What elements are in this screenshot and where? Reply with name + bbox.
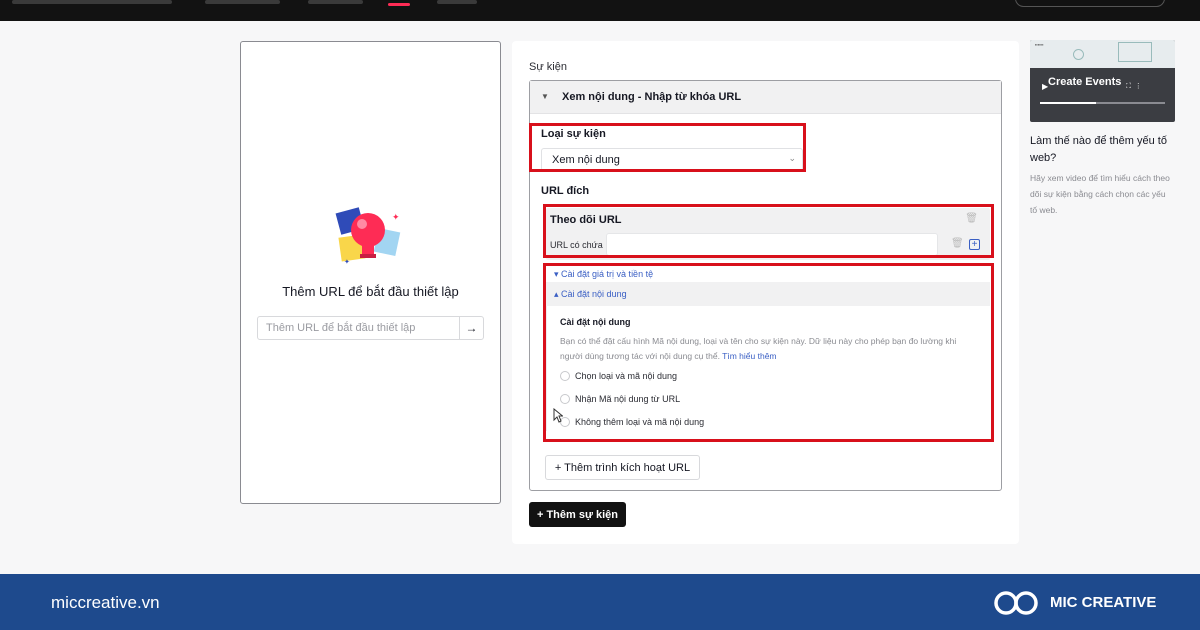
video-progress-bar[interactable] [1040, 102, 1165, 104]
footer-site-url[interactable]: miccreative.vn [51, 593, 160, 613]
chevron-down-icon: ⌄ [788, 153, 796, 163]
video-scene-circle [1073, 49, 1084, 60]
video-progress-fill [1040, 102, 1097, 104]
content-settings-toggle[interactable]: ▴ Cài đặt nội dung [554, 289, 627, 300]
trash-icon[interactable]: 🗑 [951, 238, 964, 249]
video-scene [1030, 40, 1175, 68]
events-card: Sự kiện ▼ Xem nội dung - Nhập từ khóa UR… [512, 41, 1019, 544]
magic-ball-illustration-icon: ✦ ✦ [335, 207, 401, 266]
footer-brand-name: MIC CREATIVE [1050, 594, 1157, 611]
nav-active-tab-indicator[interactable] [388, 3, 410, 6]
add-url-trigger-button[interactable]: + Thêm trình kích hoạt URL [545, 455, 700, 480]
nav-item-faded[interactable] [205, 0, 280, 4]
track-url-title: Theo dõi URL [550, 214, 622, 226]
learn-more-link[interactable]: Tìm hiểu thêm [722, 351, 776, 361]
content-settings-toggle-label: Cài đặt nội dung [561, 289, 627, 299]
event-type-select[interactable]: Xem nội dung ⌄ [541, 148, 803, 171]
mic-creative-logo-icon [994, 591, 1038, 615]
svg-text:✦: ✦ [392, 213, 400, 223]
setup-url-input[interactable]: Thêm URL để bắt đầu thiết lập [257, 316, 460, 340]
event-type-label: Loại sự kiện [541, 128, 606, 140]
radio-label: Không thêm loại và mã nội dung [575, 417, 705, 427]
url-contains-input[interactable] [606, 233, 938, 256]
arrow-right-icon: → [465, 321, 478, 335]
events-section-label: Sự kiện [529, 61, 567, 73]
event-header[interactable]: ▼ Xem nội dung - Nhập từ khóa URL [530, 81, 1001, 114]
help-title: Làm thế nào để thêm yếu tố web? [1030, 135, 1167, 164]
destination-url-label: URL đích [541, 185, 590, 197]
help-description: Hãy xem video để tìm hiểu cách theo dõi … [1030, 173, 1170, 215]
video-controls-icon[interactable]: ⛶⋮ [1126, 82, 1146, 91]
radio-option-choose-type[interactable]: Chọn loại và mã nội dung [560, 371, 677, 381]
chevron-down-icon[interactable]: ▼ [541, 92, 549, 101]
radio-label: Nhận Mã nội dung từ URL [575, 394, 681, 404]
value-currency-settings-toggle[interactable]: ▾ Cài đặt giá trị và tiền tệ [554, 269, 653, 280]
video-watermark: ▪▪▪▪▪▪ [1035, 42, 1044, 47]
video-title: Create Events [1048, 76, 1122, 88]
footer-banner: miccreative.vn MIC CREATIVE [0, 574, 1200, 630]
nav-item-faded[interactable] [308, 0, 363, 4]
radio-icon[interactable] [560, 371, 570, 381]
radio-option-none[interactable]: Không thêm loại và mã nội dung [560, 417, 704, 427]
submit-url-button[interactable]: → [459, 316, 484, 340]
url-setup-panel: ✦ ✦ Thêm URL để bắt đầu thiết lập Thêm U… [240, 41, 501, 504]
top-search-field[interactable] [1015, 0, 1165, 7]
content-settings-description: Bạn có thể đặt cấu hình Mã nội dung, loạ… [560, 334, 975, 364]
content-settings-panel: Cài đặt nội dung Bạn có thể đặt cấu hình… [546, 306, 980, 431]
top-navigation-bar [0, 0, 1200, 21]
radio-label: Chọn loại và mã nội dung [575, 371, 678, 381]
add-condition-icon[interactable]: + [969, 239, 980, 250]
setup-title: Thêm URL để bắt đầu thiết lập [282, 284, 459, 299]
mouse-cursor-icon [553, 408, 563, 423]
track-url-group: Theo dõi URL 🗑 URL có chứa 🗑 + [546, 208, 990, 260]
radio-icon[interactable] [560, 394, 570, 404]
event-title: Xem nội dung - Nhập từ khóa URL [562, 91, 742, 103]
svg-text:✦: ✦ [344, 258, 350, 266]
nav-item-faded[interactable] [437, 0, 477, 4]
video-scene-frame [1118, 42, 1152, 62]
play-icon[interactable]: ▶ [1042, 82, 1048, 91]
help-video-thumbnail[interactable]: ▪▪▪▪▪▪ Create Events ▶ ⛶⋮ [1030, 40, 1175, 122]
content-settings-title: Cài đặt nội dung [560, 317, 631, 327]
add-event-button[interactable]: + Thêm sự kiện [529, 502, 626, 527]
event-type-value: Xem nội dung [552, 154, 620, 166]
url-contains-label: URL có chứa [550, 240, 603, 250]
value-settings-label: Cài đặt giá trị và tiền tệ [561, 269, 654, 279]
nav-item-faded[interactable] [12, 0, 172, 4]
event-item: ▼ Xem nội dung - Nhập từ khóa URL Loại s… [529, 80, 1002, 491]
content-settings-header[interactable]: ▴ Cài đặt nội dung [546, 282, 990, 306]
radio-option-from-url[interactable]: Nhận Mã nội dung từ URL [560, 394, 680, 404]
trash-icon[interactable]: 🗑 [965, 213, 978, 224]
